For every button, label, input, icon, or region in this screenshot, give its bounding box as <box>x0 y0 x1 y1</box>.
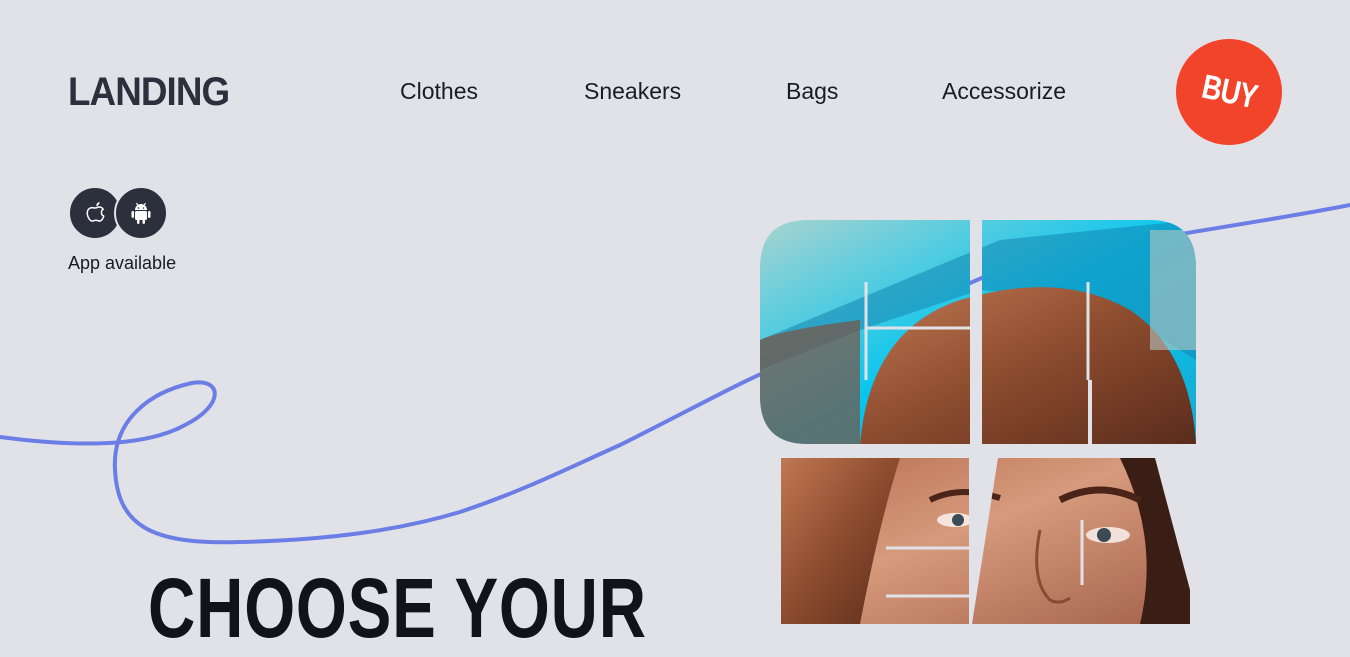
letter-tiles-top <box>760 220 1196 444</box>
hero-headline: CHOOSE YOUR <box>148 561 647 655</box>
hero-image-letters <box>760 220 1196 624</box>
letter-tiles-bottom <box>781 458 1190 624</box>
